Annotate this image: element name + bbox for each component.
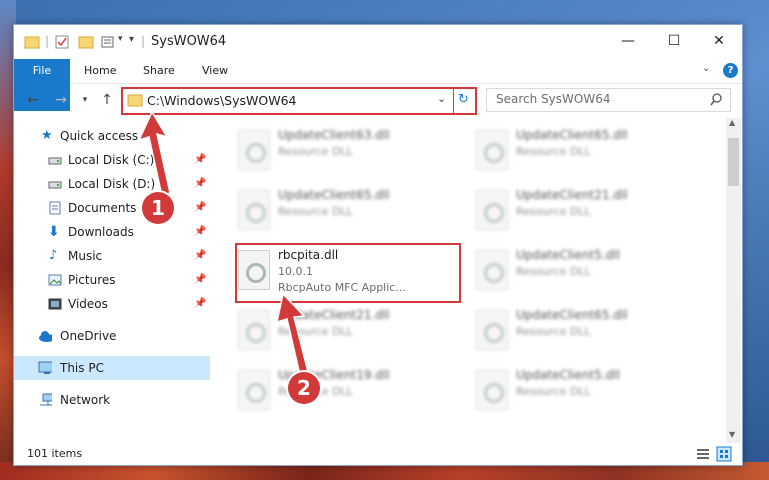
arrow-2	[276, 292, 309, 377]
arrow-1	[137, 110, 171, 198]
step-1-badge: 1	[142, 192, 174, 224]
step-2-badge: 2	[288, 372, 320, 404]
annotation-overlay	[137, 110, 309, 377]
